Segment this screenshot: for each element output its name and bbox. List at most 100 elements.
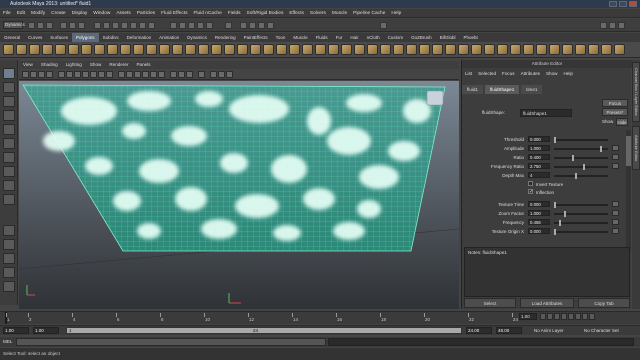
shelf-tool-icon[interactable] xyxy=(497,44,508,55)
viewport-menu-lighting[interactable]: Lighting xyxy=(62,61,86,69)
xray-joints-icon[interactable] xyxy=(178,71,185,78)
show-hide-channel-box-icon[interactable] xyxy=(618,22,625,29)
shelf-tool-icon[interactable] xyxy=(510,44,521,55)
xray-icon[interactable] xyxy=(170,71,177,78)
shelf-tool-icon[interactable] xyxy=(432,44,443,55)
playback-end-field[interactable]: 24.00 xyxy=(466,327,492,334)
load-attributes-button[interactable]: Load Attributes xyxy=(520,298,574,308)
shelf-tool-icon[interactable] xyxy=(406,44,417,55)
current-time-field[interactable]: 1.00 xyxy=(519,313,537,320)
shelf-tab-subdivs[interactable]: Subdivs xyxy=(99,33,123,42)
film-gate-icon[interactable] xyxy=(66,71,73,78)
map-button[interactable] xyxy=(612,219,619,225)
menu-solvers[interactable]: Solvers xyxy=(307,9,329,18)
shadows-icon[interactable] xyxy=(158,71,165,78)
shelf-tab-muscle[interactable]: Muscle xyxy=(289,33,311,42)
slider-knob[interactable] xyxy=(554,202,556,208)
attr-slider[interactable] xyxy=(554,173,608,179)
slider-knob[interactable] xyxy=(599,146,602,152)
mel-label[interactable]: MEL xyxy=(3,337,12,347)
shelf-tool-icon[interactable] xyxy=(16,44,27,55)
lasso-tool-icon[interactable] xyxy=(3,82,15,93)
shelf-tab-bifglobl[interactable]: BifGlobl xyxy=(436,33,460,42)
step-back-key-icon[interactable] xyxy=(547,313,553,320)
soft-modification-tool-icon[interactable] xyxy=(3,166,15,177)
inflection-checkbox[interactable]: ✓ xyxy=(528,189,533,195)
slider-knob[interactable] xyxy=(554,229,556,235)
shelf-tool-icon[interactable] xyxy=(198,44,209,55)
ipr-render-icon[interactable] xyxy=(258,22,265,29)
menu-edit[interactable]: Edit xyxy=(14,9,28,18)
image-plane-icon[interactable] xyxy=(46,71,53,78)
menu-muscle[interactable]: Muscle xyxy=(329,9,350,18)
shelf-tool-icon[interactable] xyxy=(133,44,144,55)
play-forwards-icon[interactable] xyxy=(568,313,574,320)
menu-fluid-effects[interactable]: Fluid Effects xyxy=(158,9,190,18)
shelf-tool-icon[interactable] xyxy=(29,44,40,55)
menu-display[interactable]: Display xyxy=(69,9,91,18)
shelf-tool-icon[interactable] xyxy=(94,44,105,55)
menu-modify[interactable]: Modify xyxy=(28,9,48,18)
notes-area[interactable]: Notes: fluidShape1 xyxy=(464,247,630,297)
show-hide-attribute-editor-icon[interactable] xyxy=(600,22,607,29)
attr-value-field[interactable]: 1.000 xyxy=(528,145,550,151)
menu-particles[interactable]: Particles xyxy=(134,9,158,18)
select-tool-icon[interactable] xyxy=(3,68,15,79)
shelf-tab-toon[interactable]: Toon xyxy=(272,33,290,42)
anim-layer-selector[interactable]: No Anim Layer xyxy=(534,327,564,334)
attr-value-field[interactable]: 0.400 xyxy=(528,154,550,160)
shelf-tool-icon[interactable] xyxy=(354,44,365,55)
xray-components-icon[interactable] xyxy=(186,71,193,78)
shelf-tool-icon[interactable] xyxy=(68,44,79,55)
construction-history-icon[interactable] xyxy=(225,22,232,29)
attr-slider[interactable] xyxy=(554,137,608,143)
shelf-tool-icon[interactable] xyxy=(549,44,560,55)
slider-knob[interactable] xyxy=(574,173,577,179)
render-settings-icon[interactable] xyxy=(267,22,274,29)
scrollbar-thumb[interactable] xyxy=(626,136,631,166)
shelf-tool-icon[interactable] xyxy=(536,44,547,55)
select-curves-icon[interactable] xyxy=(112,22,119,29)
menu-window[interactable]: Window xyxy=(90,9,113,18)
attr-slider[interactable] xyxy=(554,202,608,208)
resolution-gate-icon[interactable] xyxy=(74,71,81,78)
attr-slider[interactable] xyxy=(554,155,608,161)
slider-knob[interactable] xyxy=(582,164,585,170)
viewport-menu-show[interactable]: Show xyxy=(86,61,106,69)
shelf-tab-ncloth[interactable]: nCloth xyxy=(363,33,384,42)
slider-knob[interactable] xyxy=(559,220,562,226)
map-button[interactable] xyxy=(612,163,619,169)
shelf-tool-icon[interactable] xyxy=(172,44,183,55)
grid-icon[interactable] xyxy=(58,71,65,78)
playback-start-field[interactable]: 1.00 xyxy=(33,327,59,334)
slider-knob[interactable] xyxy=(572,155,575,161)
snap-curve-icon[interactable] xyxy=(179,22,186,29)
view-cube-icon[interactable] xyxy=(426,90,444,106)
ambient-occlusion-icon[interactable] xyxy=(210,71,217,78)
menu-fluid-ncache[interactable]: Fluid nCache xyxy=(190,9,224,18)
shelf-tool-icon[interactable] xyxy=(523,44,534,55)
ae-menu-selected[interactable]: Selected xyxy=(475,69,499,78)
use-all-lights-icon[interactable] xyxy=(150,71,157,78)
last-tool-used-icon[interactable] xyxy=(3,194,15,205)
textured-icon[interactable] xyxy=(142,71,149,78)
make-live-icon[interactable] xyxy=(206,22,213,29)
shelf-tab-dynamics[interactable]: Dynamics xyxy=(183,33,211,42)
shelf-tool-icon[interactable] xyxy=(237,44,248,55)
shelf-tool-icon[interactable] xyxy=(614,44,625,55)
menu-create[interactable]: Create xyxy=(48,9,68,18)
attr-slider[interactable] xyxy=(554,146,608,152)
snap-view-plane-icon[interactable] xyxy=(197,22,204,29)
shelf-tool-icon[interactable] xyxy=(3,44,14,55)
select-dynamics-icon[interactable] xyxy=(139,22,146,29)
shelf-tool-icon[interactable] xyxy=(588,44,599,55)
attr-value-field[interactable]: 0.000 xyxy=(528,228,550,234)
select-deformations-icon[interactable] xyxy=(130,22,137,29)
viewport-menu-view[interactable]: View xyxy=(19,61,37,69)
shelf-tool-icon[interactable] xyxy=(289,44,300,55)
shelf-tool-icon[interactable] xyxy=(575,44,586,55)
persp-outliner-layout-icon[interactable] xyxy=(3,253,15,264)
shelf-tool-icon[interactable] xyxy=(55,44,66,55)
menu-set-selector[interactable]: Dynamics xyxy=(3,21,25,29)
attr-value-field[interactable]: 0.456 xyxy=(528,219,550,225)
